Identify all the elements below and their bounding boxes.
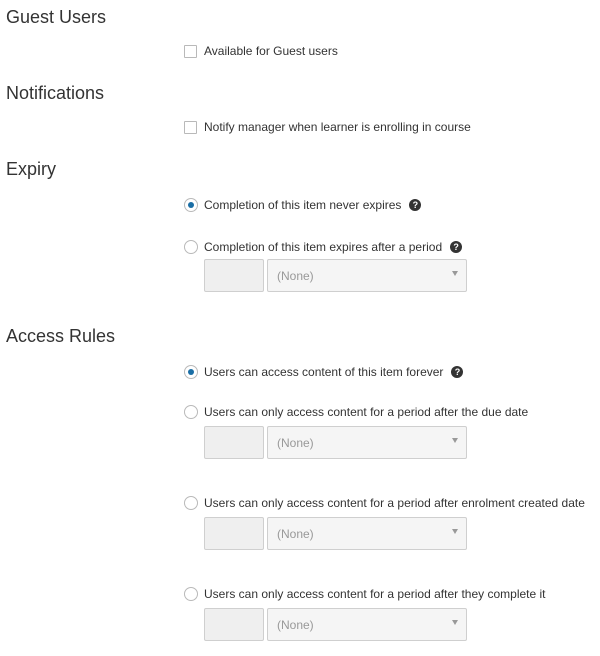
chevron-down-icon <box>452 271 458 276</box>
access-complete-radio[interactable] <box>184 587 198 601</box>
access-enrolment-row[interactable]: Users can only access content for a peri… <box>184 494 585 512</box>
expiry-period-radio[interactable] <box>184 240 198 254</box>
help-icon[interactable]: ? <box>450 241 463 253</box>
expiry-never-row[interactable]: Completion of this item never expires ? <box>184 196 422 214</box>
chevron-down-icon <box>452 438 458 443</box>
access-forever-row[interactable]: Users can access content of this item fo… <box>184 363 464 381</box>
access-due-date-label: Users can only access content for a peri… <box>204 405 529 419</box>
access-complete-label: Users can only access content for a peri… <box>204 587 546 601</box>
expiry-heading: Expiry <box>6 159 57 179</box>
guest-users-heading: Guest Users <box>6 7 107 27</box>
access-enrolment-number-input[interactable] <box>204 517 264 550</box>
notify-manager-label: Notify manager when learner is enrolling… <box>204 120 471 134</box>
expiry-period-unit-value: (None) <box>277 269 314 283</box>
chevron-down-icon <box>452 620 458 625</box>
guest-available-row[interactable]: Available for Guest users <box>184 42 338 60</box>
access-due-date-unit-select[interactable]: (None) <box>267 426 467 459</box>
access-due-date-unit-value: (None) <box>277 436 314 450</box>
help-icon[interactable]: ? <box>409 199 422 211</box>
notifications-heading: Notifications <box>6 83 105 103</box>
expiry-period-unit-select[interactable]: (None) <box>267 259 467 292</box>
access-complete-unit-value: (None) <box>277 618 314 632</box>
access-complete-number-input[interactable] <box>204 608 264 641</box>
access-complete-row[interactable]: Users can only access content for a peri… <box>184 585 546 603</box>
access-due-date-number-input[interactable] <box>204 426 264 459</box>
guest-available-checkbox[interactable] <box>184 44 197 58</box>
access-rules-heading: Access Rules <box>6 326 116 346</box>
access-forever-radio[interactable] <box>184 365 198 379</box>
expiry-never-label: Completion of this item never expires <box>204 198 402 212</box>
access-enrolment-unit-select[interactable]: (None) <box>267 517 467 550</box>
access-complete-unit-select[interactable]: (None) <box>267 608 467 641</box>
expiry-never-radio[interactable] <box>184 198 198 212</box>
help-icon[interactable]: ? <box>451 366 464 378</box>
expiry-period-number-input[interactable] <box>204 259 264 292</box>
notify-manager-checkbox[interactable] <box>184 120 197 134</box>
expiry-period-label: Completion of this item expires after a … <box>204 240 443 254</box>
access-enrolment-radio[interactable] <box>184 496 198 510</box>
access-forever-label: Users can access content of this item fo… <box>204 365 444 379</box>
access-enrolment-unit-value: (None) <box>277 527 314 541</box>
expiry-period-row[interactable]: Completion of this item expires after a … <box>184 238 463 256</box>
chevron-down-icon <box>452 529 458 534</box>
access-enrolment-label: Users can only access content for a peri… <box>204 496 585 510</box>
guest-available-label: Available for Guest users <box>204 44 338 58</box>
notify-manager-row[interactable]: Notify manager when learner is enrolling… <box>184 118 471 136</box>
access-due-date-row[interactable]: Users can only access content for a peri… <box>184 403 528 421</box>
access-due-date-radio[interactable] <box>184 405 198 419</box>
